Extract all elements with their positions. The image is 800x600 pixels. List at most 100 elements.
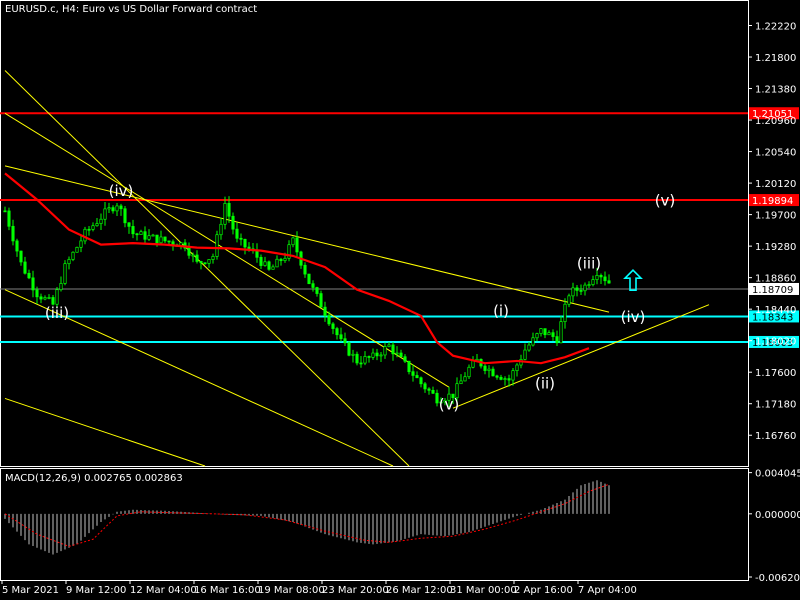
candle-body [235, 228, 239, 239]
candle-body [107, 207, 111, 210]
candle-body [87, 228, 91, 231]
horizontal-levels: 1.210511.198941.183431.180031.18709 [0, 107, 799, 349]
candle-body [547, 332, 551, 336]
price-tick-label: 1.18440 [755, 305, 796, 316]
candle-body [239, 237, 243, 240]
ma-line [4, 172, 590, 365]
candle-body [267, 261, 271, 270]
candle-body [227, 203, 231, 217]
candle-body [35, 289, 39, 298]
candle-body [407, 360, 411, 373]
candle-body [491, 368, 495, 377]
candle-body [123, 208, 127, 224]
candle-body [163, 236, 167, 242]
candle-body [599, 275, 603, 278]
candle-body [531, 337, 535, 346]
candle-body [355, 353, 359, 364]
candle-body [543, 328, 547, 336]
candle-body [291, 237, 295, 246]
price-tick-label: 1.16760 [755, 431, 796, 442]
candle-body [571, 287, 575, 297]
candle-body [363, 356, 367, 364]
candle-body [423, 383, 427, 390]
time-tick-label: 5 Mar 2021 [2, 585, 59, 596]
time-tick-label: 7 Apr 04:00 [578, 585, 637, 596]
candle-body [559, 321, 563, 344]
price-tick-label: 1.19700 [755, 211, 796, 222]
candle-body [55, 289, 59, 305]
time-tick-label: 9 Mar 12:00 [66, 585, 126, 596]
candle-body [243, 238, 247, 248]
candle-body [119, 205, 123, 210]
candle-body [583, 284, 587, 292]
macd-pane-border [0, 468, 749, 581]
time-axis: 5 Mar 2021 9 Mar 12:00 12 Mar 04:0016 Mar … [1, 580, 637, 596]
trend-line [4, 112, 450, 388]
candle-body [575, 287, 579, 291]
candle-body [415, 375, 419, 379]
candle-body [523, 349, 527, 360]
up-arrow-icon [623, 269, 643, 291]
candle-body [551, 332, 555, 337]
candle-body [7, 210, 11, 227]
candle-body [315, 287, 319, 294]
wave-label: (v) [655, 192, 676, 210]
price-tick-label: 1.21380 [755, 85, 796, 96]
candle-body [283, 257, 287, 261]
candle-body [463, 376, 467, 382]
candle-body [419, 377, 423, 385]
candle-body [555, 336, 559, 344]
candle-body [15, 240, 19, 252]
candle-body [591, 279, 595, 285]
wave-labels: (iv) (iii) (v) (i) (ii) (iii) (iv) (v) [45, 182, 675, 414]
candle-body [507, 378, 511, 381]
candle-body [143, 231, 147, 240]
candle-body [11, 225, 15, 242]
candle-body [527, 344, 531, 351]
price-tick-label: 1.22220 [755, 22, 796, 33]
candle-body [359, 362, 363, 365]
candle-body [111, 207, 115, 212]
candles [3, 196, 611, 407]
candle-body [223, 203, 227, 225]
candle-body [399, 352, 403, 358]
candle-body [307, 273, 311, 285]
candle-body [403, 356, 407, 362]
candle-body [295, 237, 299, 253]
candle-body [231, 215, 235, 230]
macd-signal-line [4, 483, 610, 547]
candle-body [83, 228, 87, 242]
candle-body [147, 235, 151, 240]
candle-body [587, 284, 591, 286]
candle-body [411, 371, 415, 376]
candle-body [539, 328, 543, 334]
candle-body [159, 236, 163, 244]
candle-body [495, 375, 499, 378]
candle-body [139, 231, 143, 235]
candle-body [511, 370, 515, 381]
candle-body [427, 388, 431, 391]
trend-line [4, 397, 206, 467]
candle-body [151, 234, 155, 237]
candle-body [219, 223, 223, 236]
price-tick-label: 1.20960 [755, 116, 796, 127]
wave-label: (iii) [577, 255, 601, 273]
candle-body [75, 246, 79, 253]
price-tick-label: 1.18020 [755, 337, 796, 348]
candle-body [259, 256, 263, 266]
candle-body [603, 276, 607, 282]
time-tick-label: 2 Apr 16:00 [514, 585, 573, 596]
macd-tick-label: 0.004045 [755, 469, 800, 480]
candle-body [347, 342, 351, 356]
candle-body [483, 365, 487, 371]
candle-body [395, 352, 399, 355]
price-chart[interactable]: 1.210511.198941.183431.180031.18709 (iv)… [0, 0, 800, 600]
candle-body [27, 272, 31, 279]
candle-body [327, 315, 331, 325]
candle-body [375, 352, 379, 357]
candle-body [195, 254, 199, 262]
candle-body [331, 323, 335, 329]
candle-body [383, 346, 387, 356]
candle-body [263, 261, 267, 266]
candle-body [103, 208, 107, 220]
